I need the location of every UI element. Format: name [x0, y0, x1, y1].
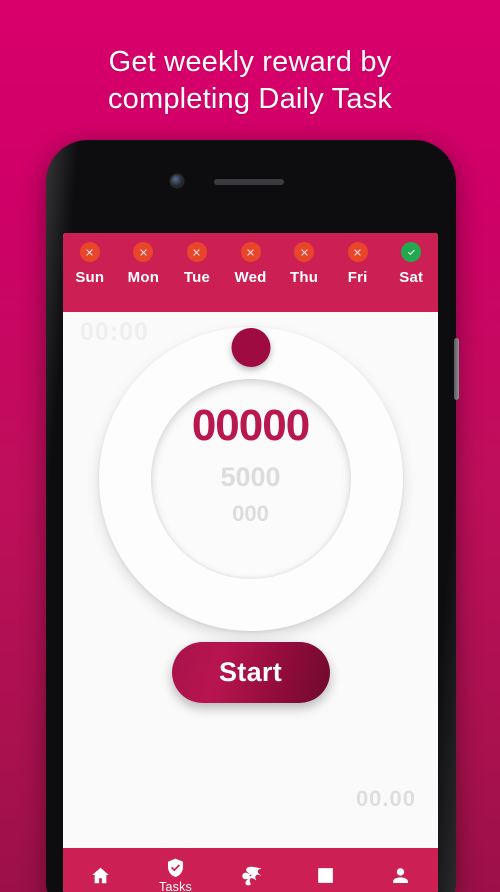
weekly-progress-strip: Sun Mon Tue Wed Thu Fri Sat	[63, 233, 438, 312]
close-circle-icon	[186, 242, 207, 262]
close-circle-icon	[347, 242, 368, 262]
day-cell-sat[interactable]: Sat	[384, 242, 438, 286]
day-label: Thu	[290, 269, 319, 286]
close-circle-icon	[133, 242, 154, 262]
dial-inner-face: 00000 5000 000	[150, 379, 351, 579]
nav-item-bar-chart[interactable]	[288, 848, 363, 892]
day-cell-sun[interactable]: Sun	[63, 242, 117, 286]
home-icon	[90, 865, 111, 886]
close-circle-icon	[79, 242, 100, 262]
nav-item-fan[interactable]	[213, 848, 288, 892]
day-label: Fri	[347, 269, 368, 286]
earpiece-speaker	[214, 179, 284, 185]
day-label: Sat	[399, 269, 424, 286]
day-cell-fri[interactable]: Fri	[331, 242, 385, 286]
day-cell-mon[interactable]: Mon	[117, 242, 171, 286]
dial-secondary-value: 000	[232, 501, 269, 526]
phone-mockup: Sun Mon Tue Wed Thu Fri Sat 00:00 00000 5000 0…	[46, 140, 459, 892]
nav-item-label: Tasks	[159, 879, 192, 892]
bottom-navigation-bar: Tasks	[63, 848, 438, 892]
nav-item-home[interactable]	[63, 848, 138, 892]
day-label: Wed	[234, 269, 267, 286]
bar-chart-icon	[315, 865, 336, 886]
dial-knob-handle[interactable]	[231, 328, 270, 367]
shield-check-icon	[165, 857, 186, 878]
phone-side-button[interactable]	[454, 338, 459, 400]
person-icon	[390, 865, 411, 886]
timer-panel: 00:00 00000 5000 000 Start 00.00	[63, 312, 438, 848]
dial-target-value: 5000	[220, 462, 281, 492]
check-circle-icon	[401, 242, 422, 262]
elapsed-time-bottom: 00.00	[355, 786, 416, 811]
day-label: Tue	[183, 269, 211, 286]
page-title-line-2: completing Daily Task	[107, 83, 393, 116]
dial-main-value: 00000	[191, 401, 310, 450]
front-camera-icon	[171, 175, 183, 187]
nav-item-person[interactable]	[363, 848, 438, 892]
page-title: Get weekly reward by completing Daily Ta…	[0, 44, 500, 118]
close-circle-icon	[240, 242, 261, 262]
day-label: Sun	[75, 269, 105, 286]
start-button[interactable]: Start	[171, 642, 330, 703]
day-label: Mon	[127, 269, 160, 286]
phone-screen: Sun Mon Tue Wed Thu Fri Sat 00:00 00000 5000 0…	[63, 233, 438, 892]
timer-dial[interactable]: 00000 5000 000	[98, 327, 403, 631]
nav-item-shield-check[interactable]: Tasks	[138, 848, 213, 892]
day-cell-thu[interactable]: Thu	[277, 242, 331, 286]
day-cell-tue[interactable]: Tue	[170, 242, 224, 286]
day-cell-wed[interactable]: Wed	[224, 242, 278, 286]
page-title-line-1: Get weekly reward by	[108, 46, 392, 78]
close-circle-icon	[294, 242, 315, 262]
fan-icon	[240, 865, 261, 886]
